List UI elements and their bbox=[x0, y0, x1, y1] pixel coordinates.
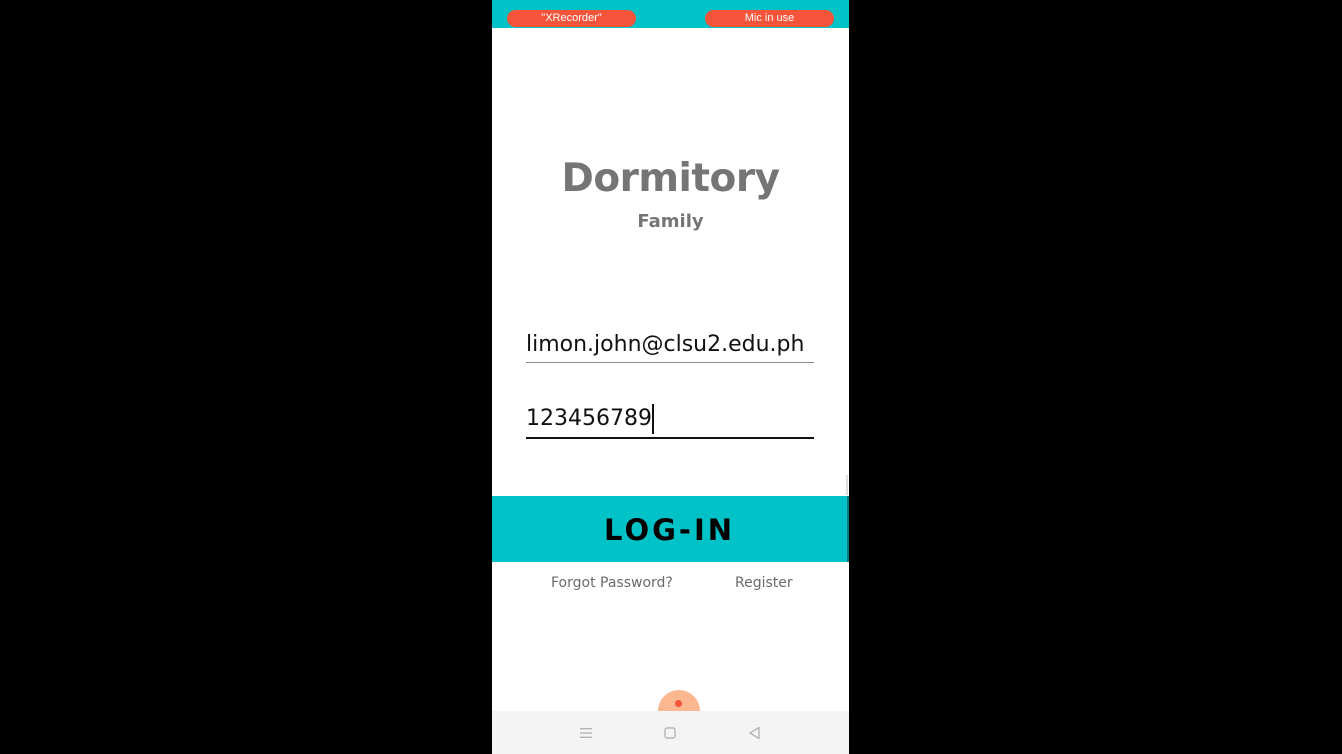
home-square-icon[interactable] bbox=[658, 721, 682, 745]
phone-screen: "XRecorder" Mic in use Dormitory Family … bbox=[492, 0, 849, 754]
back-triangle-icon[interactable] bbox=[743, 721, 767, 745]
scroll-indicator bbox=[846, 475, 848, 495]
app-subtitle: Family bbox=[637, 211, 704, 232]
menu-icon[interactable] bbox=[574, 721, 598, 745]
mic-in-use-pill[interactable]: Mic in use bbox=[705, 10, 834, 27]
recorder-pill[interactable]: "XRecorder" bbox=[507, 10, 636, 27]
email-field[interactable]: limon.john@clsu2.edu.ph bbox=[526, 330, 814, 363]
login-button[interactable]: LOG-IN bbox=[492, 496, 849, 562]
navigation-bar bbox=[492, 711, 849, 754]
status-bar: "XRecorder" Mic in use bbox=[492, 0, 849, 28]
password-field[interactable]: 123456789 bbox=[526, 404, 814, 439]
register-link[interactable]: Register bbox=[735, 575, 793, 591]
forgot-password-link[interactable]: Forgot Password? bbox=[551, 575, 673, 591]
password-value: 123456789 bbox=[526, 406, 652, 431]
record-dot-icon bbox=[675, 700, 682, 707]
app-title: Dormitory bbox=[561, 156, 781, 201]
text-cursor bbox=[651, 404, 654, 434]
email-value: limon.john@clsu2.edu.ph bbox=[526, 332, 805, 357]
password-text-wrap: 123456789 bbox=[526, 404, 654, 434]
